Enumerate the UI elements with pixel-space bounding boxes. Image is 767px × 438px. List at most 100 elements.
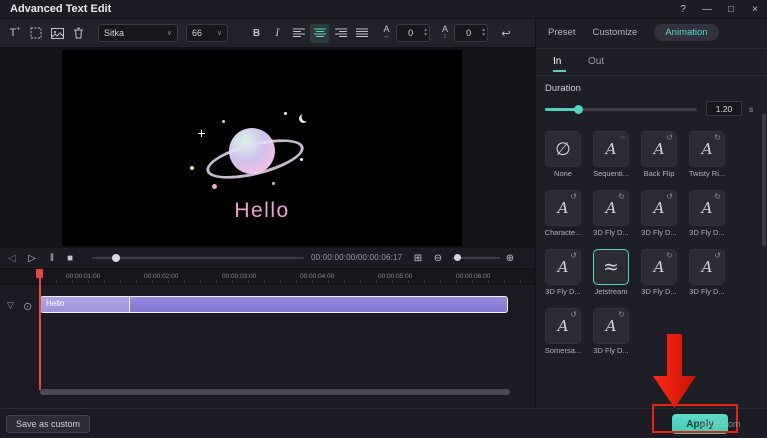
ruler-tick: 00:00:02:00	[144, 273, 178, 280]
star-dot	[222, 120, 225, 123]
align-left-icon	[293, 28, 305, 38]
animation-item-jetstream-selected[interactable]: ≈ Jetstream	[587, 249, 635, 299]
motion-arrow-icon: ↻	[666, 251, 673, 260]
tab-customize[interactable]: Customize	[592, 27, 637, 38]
animation-item[interactable]: A↺ 3D Fly D...	[683, 249, 731, 299]
animation-thumb-icon: A	[558, 258, 569, 276]
stepper-down-icon[interactable]: ▾	[482, 33, 485, 38]
vertical-scrollbar[interactable]	[762, 114, 766, 246]
zoom-out-button[interactable]: ⊖	[430, 248, 446, 268]
close-icon[interactable]: ×	[743, 0, 767, 18]
animation-item[interactable]: A↺ Back Flip	[635, 131, 683, 181]
motion-arrow-icon: ↻	[714, 133, 721, 142]
animation-item[interactable]: A↺ 3D Fly D...	[635, 190, 683, 240]
maximize-icon[interactable]: □	[719, 0, 743, 18]
track-area: ▽ ⊙ Hello	[0, 285, 535, 408]
preview-text-overlay[interactable]: Hello	[62, 199, 462, 223]
align-right-button[interactable]	[331, 24, 350, 43]
star-dot	[272, 182, 275, 185]
playhead[interactable]	[39, 269, 41, 390]
play-button[interactable]: ▷	[24, 248, 40, 268]
align-left-button[interactable]	[289, 24, 308, 43]
title-bar: Advanced Text Edit ? — □ ×	[0, 0, 767, 19]
add-text-plus-icon: +	[16, 26, 20, 33]
animation-item[interactable]: A↺ 3D Fly D...	[539, 249, 587, 299]
clear-format-button[interactable]: ↩	[497, 23, 515, 43]
motion-arrow-icon: ↺	[570, 310, 577, 319]
add-text-button[interactable]: T +	[6, 23, 24, 43]
preview-stage: Hello	[0, 48, 535, 248]
stepper-down-icon[interactable]: ▾	[424, 33, 427, 38]
text-box-button[interactable]	[27, 23, 45, 43]
animation-item-none[interactable]: ∅ None	[539, 131, 587, 181]
duration-slider[interactable]	[545, 108, 697, 111]
line-spacing-stepper[interactable]: 0 ▴ ▾	[454, 24, 488, 42]
animation-item[interactable]: A↻ 3D Fly D...	[635, 249, 683, 299]
timeline-zoom-slider[interactable]	[452, 257, 500, 259]
animation-item[interactable]: A↻ 3D Fly D...	[683, 190, 731, 240]
minimize-icon[interactable]: —	[695, 0, 719, 18]
image-button[interactable]	[48, 23, 66, 43]
zoom-handle[interactable]	[454, 254, 461, 261]
star-dot	[212, 184, 217, 189]
align-right-icon	[335, 28, 347, 38]
duration-value-field[interactable]: 1.20	[706, 101, 742, 116]
fit-timeline-button[interactable]: ⊞	[410, 248, 426, 268]
animation-item[interactable]: A↺ Characte...	[539, 190, 587, 240]
align-center-button[interactable]	[310, 24, 329, 43]
motion-arrow-icon: ↺	[570, 192, 577, 201]
help-icon[interactable]: ?	[671, 0, 695, 18]
subtab-out[interactable]: Out	[588, 56, 604, 67]
font-family-dropdown[interactable]: Sitka ∨	[98, 24, 178, 42]
timeline-ruler[interactable]: 00:00:01:00 00:00:02:00 00:00:03:00 00:0…	[0, 268, 535, 285]
none-icon: ∅	[555, 139, 571, 160]
animation-item-label: None	[539, 169, 587, 178]
subtab-in[interactable]: In	[553, 56, 561, 67]
zoom-in-button[interactable]: ⊕	[502, 248, 518, 268]
animation-grid: ∅ None A~ Sequenti... A↺ Back Flip A↻ Tw…	[539, 131, 731, 358]
letter-spacing-value: 0	[397, 28, 424, 38]
letter-spacing-stepper[interactable]: 0 ▴ ▾	[396, 24, 430, 42]
ruler-tick: 00:00:03:00	[222, 273, 256, 280]
align-justify-button[interactable]	[352, 24, 371, 43]
animation-item[interactable]: A↺ Somersa...	[539, 308, 587, 358]
horizontal-scrollbar[interactable]	[40, 389, 510, 395]
save-as-custom-button[interactable]: Save as custom	[6, 415, 90, 433]
motion-arrow-icon: ↺	[666, 192, 673, 201]
delete-button[interactable]	[69, 23, 87, 43]
animation-thumb-icon: A	[606, 317, 617, 335]
track-visibility-eye-icon[interactable]: ⊙	[23, 300, 32, 313]
font-size-dropdown[interactable]: 66 ∨	[186, 24, 228, 42]
pause-button[interactable]: ‖	[44, 248, 60, 268]
trash-icon	[73, 27, 84, 39]
animation-item-label: Twisty Ri...	[683, 169, 731, 178]
previous-frame-button[interactable]: ◁	[4, 248, 20, 268]
animation-item-label: 3D Fly D...	[635, 228, 683, 237]
line-spacing-icon: A ↕	[442, 26, 448, 40]
preview-canvas[interactable]: Hello	[62, 50, 462, 246]
tab-preset[interactable]: Preset	[548, 27, 575, 38]
clip-label: Hello	[46, 299, 64, 308]
letter-spacing-icon: A ↔	[383, 26, 390, 40]
stepper-arrows: ▴ ▾	[424, 28, 429, 38]
stop-button[interactable]: ■	[62, 248, 78, 268]
duration-slider-handle[interactable]	[574, 105, 583, 114]
seek-handle[interactable]	[112, 254, 120, 262]
stepper-arrows: ▴ ▾	[482, 28, 487, 38]
seek-slider[interactable]	[92, 257, 304, 259]
animation-item[interactable]: A↻ Twisty Ri...	[683, 131, 731, 181]
italic-button[interactable]: I	[268, 24, 287, 43]
animation-item[interactable]: A↻ 3D Fly D...	[587, 190, 635, 240]
bold-button[interactable]: B	[247, 24, 266, 43]
motion-arrow-icon: ~	[620, 133, 625, 142]
animation-item[interactable]: A~ Sequenti...	[587, 131, 635, 181]
track-filter-icon[interactable]: ▽	[7, 300, 14, 311]
animation-item-label: Sequenti...	[587, 169, 635, 178]
animation-item[interactable]: A↻ 3D Fly D...	[587, 308, 635, 358]
star-dot	[300, 158, 303, 161]
animation-item-label: 3D Fly D...	[683, 228, 731, 237]
text-box-icon	[30, 27, 42, 39]
tab-animation[interactable]: Animation	[654, 24, 718, 41]
text-clip[interactable]: Hello	[40, 296, 508, 313]
motion-arrow-icon: ↺	[570, 251, 577, 260]
